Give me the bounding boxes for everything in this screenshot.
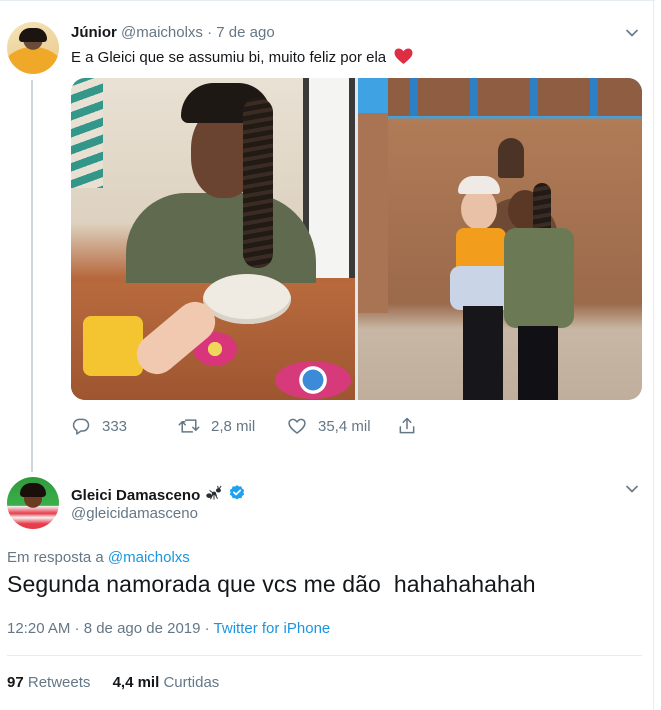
retweet-icon	[178, 416, 200, 436]
parent-tweet-header: Júnior @maicholxs · 7 de ago	[71, 24, 275, 41]
reply-count: 333	[102, 417, 128, 435]
parent-handle[interactable]: @maicholxs	[121, 24, 203, 41]
photo-left[interactable]	[71, 78, 355, 400]
tweet-timestamp[interactable]: 12:20 AM · 8 de ago de 2019 ·	[7, 620, 214, 637]
heart-icon	[287, 416, 307, 436]
reply-prefix: Em resposta a	[7, 549, 108, 566]
ant-icon	[205, 485, 223, 505]
reply-icon	[71, 416, 91, 436]
author-name-row[interactable]: Gleici Damasceno	[71, 484, 246, 506]
verified-badge-icon	[228, 484, 246, 506]
parent-tweet-body: E a Gleici que se assumiu bi, muito feli…	[71, 49, 387, 66]
share-button[interactable]	[397, 416, 417, 436]
retweets-stat[interactable]: 97 Retweets	[7, 674, 90, 691]
top-border	[0, 0, 655, 6]
retweets-label: Retweets	[27, 674, 91, 691]
parent-tweet-text: E a Gleici que se assumiu bi, muito feli…	[71, 48, 413, 69]
author-handle[interactable]: @gleicidamasceno	[71, 505, 198, 522]
parent-display-name[interactable]: Júnior	[71, 24, 117, 41]
red-heart-icon	[394, 48, 413, 69]
main-tweet-text: Segunda namorada que vcs me dão hahahaha…	[7, 571, 536, 597]
like-button[interactable]: 35,4 mil	[287, 416, 371, 436]
author-display-name[interactable]: Gleici Damasceno	[71, 487, 200, 504]
parent-timestamp[interactable]: 7 de ago	[216, 24, 274, 41]
likes-stat[interactable]: 4,4 mil Curtidas	[113, 674, 220, 691]
likes-label: Curtidas	[163, 674, 220, 691]
tweet-stats: 97 Retweets 4,4 mil Curtidas	[7, 674, 219, 691]
tweet-metadata: 12:20 AM · 8 de ago de 2019 · Twitter fo…	[7, 620, 330, 637]
retweet-count: 2,8 mil	[211, 417, 256, 435]
thread-connector-line	[31, 80, 33, 472]
reply-context: Em resposta a @maicholxs	[7, 549, 190, 566]
avatar[interactable]	[7, 22, 59, 74]
tweet-source-link[interactable]: Twitter for iPhone	[214, 620, 331, 637]
retweet-button[interactable]: 2,8 mil	[178, 416, 255, 436]
reply-button[interactable]: 333	[71, 416, 127, 436]
chevron-down-icon[interactable]	[626, 483, 638, 495]
likes-count: 4,4 mil	[112, 674, 160, 691]
divider	[7, 655, 642, 656]
header-separator: ·	[207, 24, 213, 41]
tweet-media-grid	[71, 78, 642, 400]
right-border	[653, 0, 654, 710]
chevron-down-icon[interactable]	[626, 27, 638, 39]
like-count: 35,4 mil	[318, 417, 371, 435]
avatar[interactable]	[7, 477, 59, 529]
share-icon	[397, 416, 417, 436]
retweets-count: 97	[7, 674, 24, 691]
reply-to-link[interactable]: @maicholxs	[108, 549, 190, 566]
photo-right[interactable]	[358, 78, 642, 400]
